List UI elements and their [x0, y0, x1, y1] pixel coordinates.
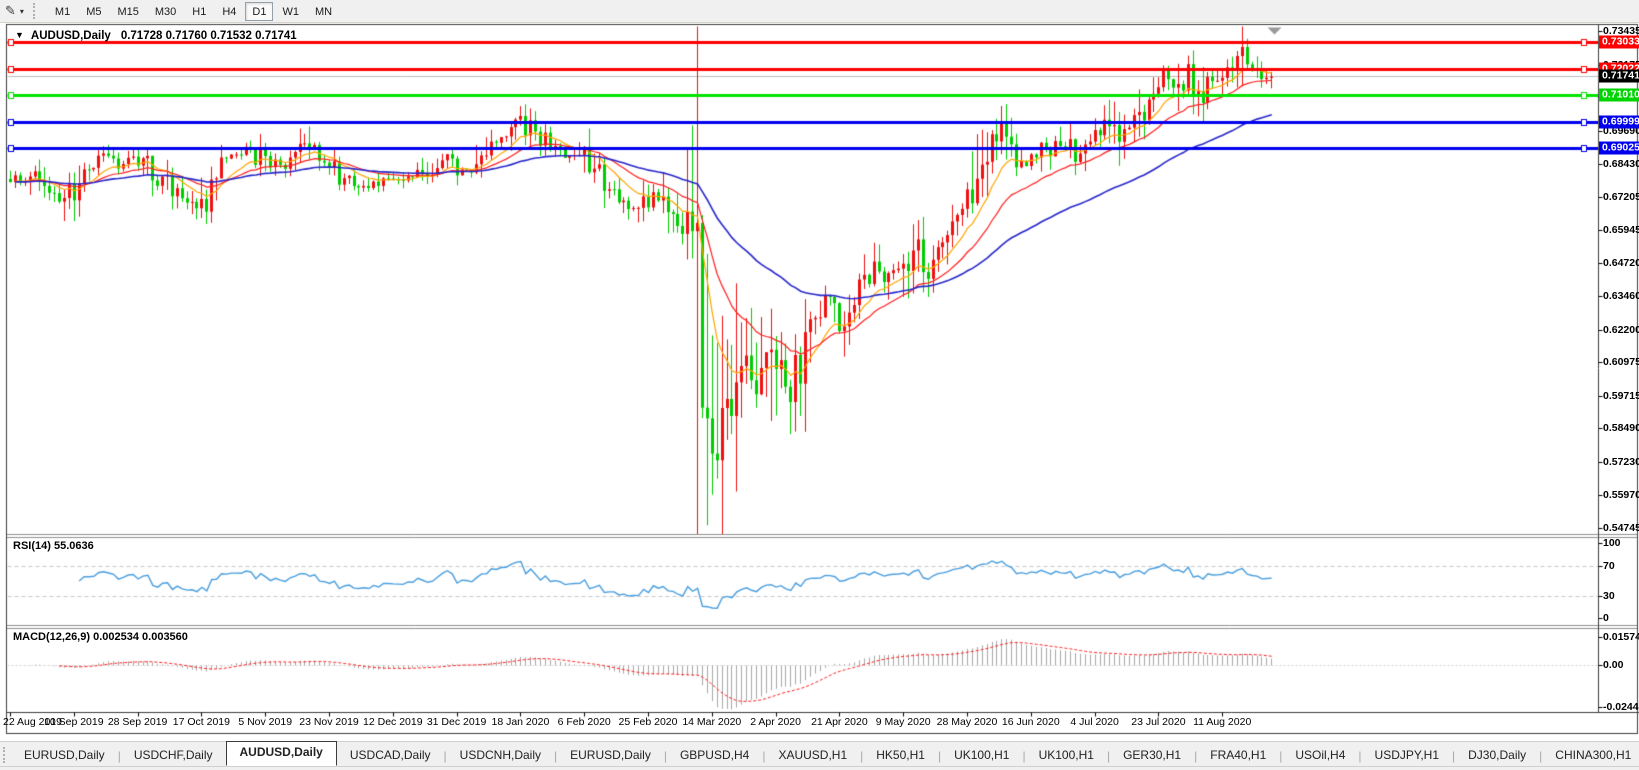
date-label: 23 Nov 2019: [299, 716, 359, 728]
date-label: 6 Feb 2020: [557, 716, 611, 728]
timeframe-buttons: M1 M5 M15 M30 H1 H4 D1 W1 MN: [47, 1, 340, 21]
timeframe-button-m15[interactable]: M15: [110, 2, 145, 21]
tab-china300-h1[interactable]: CHINA300,H1: [1542, 745, 1639, 766]
chart-tool-icon[interactable]: ✎: [5, 3, 16, 19]
date-label: 5 Nov 2019: [238, 716, 293, 728]
date-label: 31 Dec 2019: [426, 716, 487, 728]
tab-hk50-h1[interactable]: HK50,H1: [863, 745, 938, 766]
chart-tabbar: EURUSD,Daily | USDCHF,Daily AUDUSD,Daily USD…: [0, 741, 1639, 766]
date-label: 16 Jun 2020: [1001, 716, 1060, 728]
tab-usdchf-daily[interactable]: USDCHF,Daily: [121, 745, 226, 766]
price-tick-label: 0.60975: [1603, 356, 1639, 369]
tab-eurusd-daily[interactable]: EURUSD,Daily: [557, 745, 664, 766]
mt4-window: ✎ ▾ M1 M5 M15 M30 H1 H4 D1 W1 MN ▼ AUDUSD,Daily 0.…: [0, 0, 1639, 770]
tab-usdcnh-daily[interactable]: USDCNH,Daily: [447, 745, 554, 766]
price-badge: 0.69999: [1599, 115, 1639, 129]
date-label: 9 May 2020: [875, 716, 931, 728]
date-label: 28 Sep 2019: [107, 716, 168, 728]
timeframe-button-h1[interactable]: H1: [185, 2, 213, 21]
timeframe-button-m30[interactable]: M30: [148, 2, 183, 21]
tab-fra40-h1[interactable]: FRA40,H1: [1197, 745, 1279, 766]
price-tick-label: 0.58490: [1603, 422, 1639, 435]
tab-usoil-h4[interactable]: USOil,H4: [1282, 745, 1358, 766]
toolbar-grip[interactable]: [32, 3, 39, 19]
price-tick-label: 0.62200: [1603, 323, 1639, 336]
timeframe-button-w1[interactable]: W1: [275, 2, 306, 21]
date-label: 14 Mar 2020: [682, 716, 742, 728]
price-tick-label: 0.54745: [1603, 522, 1639, 534]
price-tick-label: 0.57230: [1603, 455, 1639, 468]
tab-audusd-daily[interactable]: AUDUSD,Daily: [225, 741, 337, 766]
tab-usdjpy-h1[interactable]: USDJPY,H1: [1362, 745, 1452, 766]
tab-ger30-h1[interactable]: GER30,H1: [1110, 745, 1194, 766]
date-label: 2 Apr 2020: [750, 716, 801, 728]
timeframe-toolbar: ✎ ▾ M1 M5 M15 M30 H1 H4 D1 W1 MN: [0, 0, 1639, 23]
date-label: 25 Feb 2020: [618, 716, 678, 728]
macd-tick-label: -0.024412: [1603, 701, 1639, 713]
macd-tick-label: 0.015741: [1603, 630, 1639, 643]
tab-eurusd-daily[interactable]: EURUSD,Daily: [11, 745, 118, 766]
date-label: 28 May 2020: [936, 716, 998, 728]
status-strip: [0, 766, 1639, 770]
timeframe-button-d1[interactable]: D1: [245, 1, 274, 21]
date-label: 4 Jul 2020: [1070, 716, 1119, 728]
tab-uk100-h1[interactable]: UK100,H1: [941, 745, 1022, 766]
price-tick-label: 0.68430: [1603, 158, 1639, 171]
date-label: 12 Dec 2019: [363, 716, 423, 728]
price-badge: 0.69025: [1599, 141, 1639, 155]
date-label: 17 Oct 2019: [172, 716, 230, 728]
rsi-tick-label: 30: [1603, 589, 1615, 602]
price-badge: 0.71010: [1599, 88, 1639, 102]
price-tick-label: 0.67205: [1603, 190, 1639, 203]
tabbar-grip[interactable]: [3, 747, 5, 763]
tab-usdcad-daily[interactable]: USDCAD,Daily: [337, 745, 444, 766]
timeframe-button-m5[interactable]: M5: [79, 2, 108, 21]
price-tick-label: 0.59715: [1603, 389, 1639, 402]
tab-gbpusd-h4[interactable]: GBPUSD,H4: [667, 745, 762, 766]
chart-symbol-label: AUDUSD,Daily: [30, 30, 111, 42]
chart-canvas[interactable]: [0, 0, 1639, 770]
chart-ohlc: 0.71728 0.71760 0.71532 0.71741: [120, 30, 297, 42]
tab-uk100-h1[interactable]: UK100,H1: [1026, 745, 1107, 766]
rsi-tick-label: 70: [1603, 559, 1615, 572]
date-label: 18 Jan 2020: [491, 716, 550, 728]
price-tick-label: 0.64720: [1603, 256, 1639, 269]
price-badge: 0.71741: [1599, 69, 1639, 83]
timeframe-button-m1[interactable]: M1: [48, 2, 77, 21]
date-label: 10 Sep 2019: [44, 716, 104, 728]
chevron-down-icon[interactable]: ▾: [20, 7, 24, 16]
rsi-label: RSI(14) 55.0636: [13, 540, 94, 552]
rsi-tick-label: 0: [1603, 612, 1609, 624]
price-tick-label: 0.63460: [1603, 290, 1639, 303]
chart-title: ▼ AUDUSD,Daily 0.71728 0.71760 0.71532 0.7…: [15, 30, 297, 42]
price-badge: 0.73033: [1599, 35, 1639, 49]
timeframe-button-mn[interactable]: MN: [308, 2, 339, 21]
chart-menu-icon[interactable]: ▼: [15, 30, 24, 40]
date-label: 11 Aug 2020: [1193, 716, 1252, 728]
tab-dj30-daily[interactable]: DJ30,Daily: [1455, 745, 1539, 766]
price-tick-label: 0.65945: [1603, 224, 1639, 237]
date-label: 23 Jul 2020: [1131, 716, 1186, 728]
rsi-tick-label: 100: [1603, 537, 1621, 549]
macd-label: MACD(12,26,9) 0.002534 0.003560: [13, 631, 188, 643]
tab-xauusd-h1[interactable]: XAUUSD,H1: [765, 745, 860, 766]
date-label: 21 Apr 2020: [811, 716, 868, 728]
price-tick-label: 0.55970: [1603, 489, 1639, 502]
macd-tick-label: 0.00: [1603, 659, 1624, 671]
tab-items: EURUSD,Daily | USDCHF,Daily AUDUSD,Daily USD…: [11, 741, 1639, 766]
timeframe-button-h4[interactable]: H4: [215, 2, 243, 21]
